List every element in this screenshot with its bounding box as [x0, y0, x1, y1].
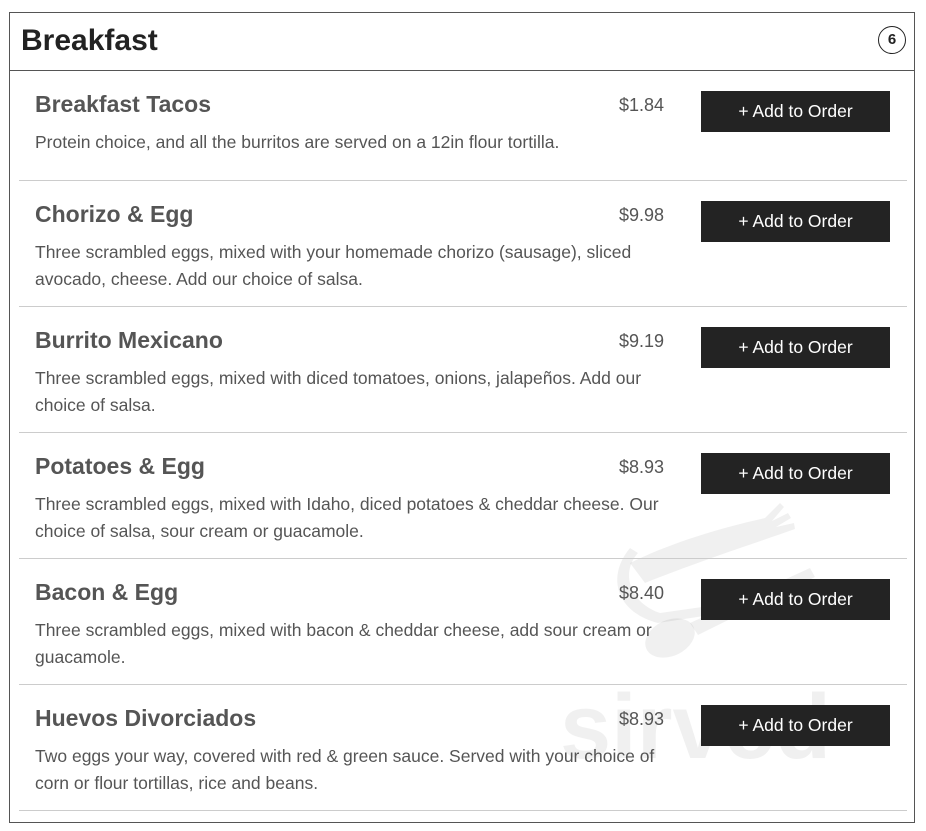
menu-item: Chorizo & Egg $9.98 Three scrambled eggs… [19, 181, 907, 307]
item-price: $1.84 [619, 95, 665, 115]
item-price: $8.93 [619, 709, 665, 729]
item-description: Three scrambled eggs, mixed with your ho… [35, 242, 632, 289]
menu-item: Bacon & Egg $8.40 Three scrambled eggs, … [19, 559, 907, 685]
item-description: Protein choice, and all the burritos are… [35, 132, 560, 152]
item-name: Chorizo & Egg [35, 201, 194, 227]
item-name: Potatoes & Egg [35, 453, 205, 479]
item-name: Burrito Mexicano [35, 327, 223, 353]
item-description: Three scrambled eggs, mixed with bacon &… [35, 620, 652, 667]
item-description: Three scrambled eggs, mixed with Idaho, … [35, 494, 659, 541]
add-to-order-button[interactable]: + Add to Order [701, 91, 890, 132]
item-price: $9.98 [619, 205, 665, 225]
item-name: Huevos Divorciados [35, 705, 257, 731]
menu-item: Huevos Divorciados $8.93 Two eggs your w… [19, 685, 907, 811]
item-price: $9.19 [619, 331, 665, 351]
add-to-order-button[interactable]: + Add to Order [701, 579, 890, 620]
menu-item: Potatoes & Egg $8.93 Three scrambled egg… [19, 433, 907, 559]
section-title: Breakfast [21, 24, 158, 57]
add-to-order-button[interactable]: + Add to Order [701, 201, 890, 242]
section-header: Breakfast 6 [10, 13, 914, 71]
menu-item: Burrito Mexicano $9.19 Three scrambled e… [19, 307, 907, 433]
item-price: $8.93 [619, 457, 665, 477]
add-to-order-button[interactable]: + Add to Order [701, 327, 890, 368]
item-description: Three scrambled eggs, mixed with diced t… [35, 368, 642, 415]
menu-item-list: Breakfast Tacos $1.84 Protein choice, an… [19, 71, 907, 811]
item-description: Two eggs your way, covered with red & gr… [35, 746, 655, 793]
add-to-order-button[interactable]: + Add to Order [701, 705, 890, 746]
item-count-badge: 6 [878, 26, 906, 54]
menu-section-panel: Breakfast 6 sirved Breakfast Tacos $1.84… [9, 12, 915, 823]
item-name: Bacon & Egg [35, 579, 179, 605]
item-name: Breakfast Tacos [35, 91, 211, 117]
menu-item: Breakfast Tacos $1.84 Protein choice, an… [19, 71, 907, 181]
item-price: $8.40 [619, 583, 665, 603]
add-to-order-button[interactable]: + Add to Order [701, 453, 890, 494]
